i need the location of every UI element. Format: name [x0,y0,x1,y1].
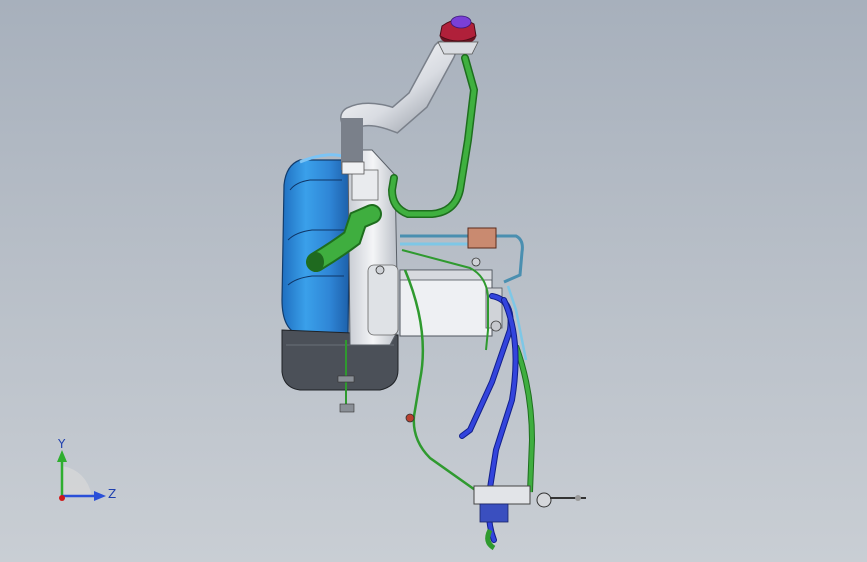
fuel-system-assembly-model[interactable] [0,0,867,562]
y-axis-arrow [57,450,67,462]
z-axis-label: Z [108,487,116,501]
filler-neck-pipe[interactable] [340,40,456,175]
fuel-filler-cap[interactable] [437,15,479,55]
orientation-triad: Y Z [57,437,116,501]
triad-cone-shading [62,466,92,496]
z-axis-arrow [94,491,106,501]
y-axis-label: Y [57,437,66,451]
cad-viewport[interactable]: Y Z [0,0,867,562]
x-axis-dot [59,495,65,501]
